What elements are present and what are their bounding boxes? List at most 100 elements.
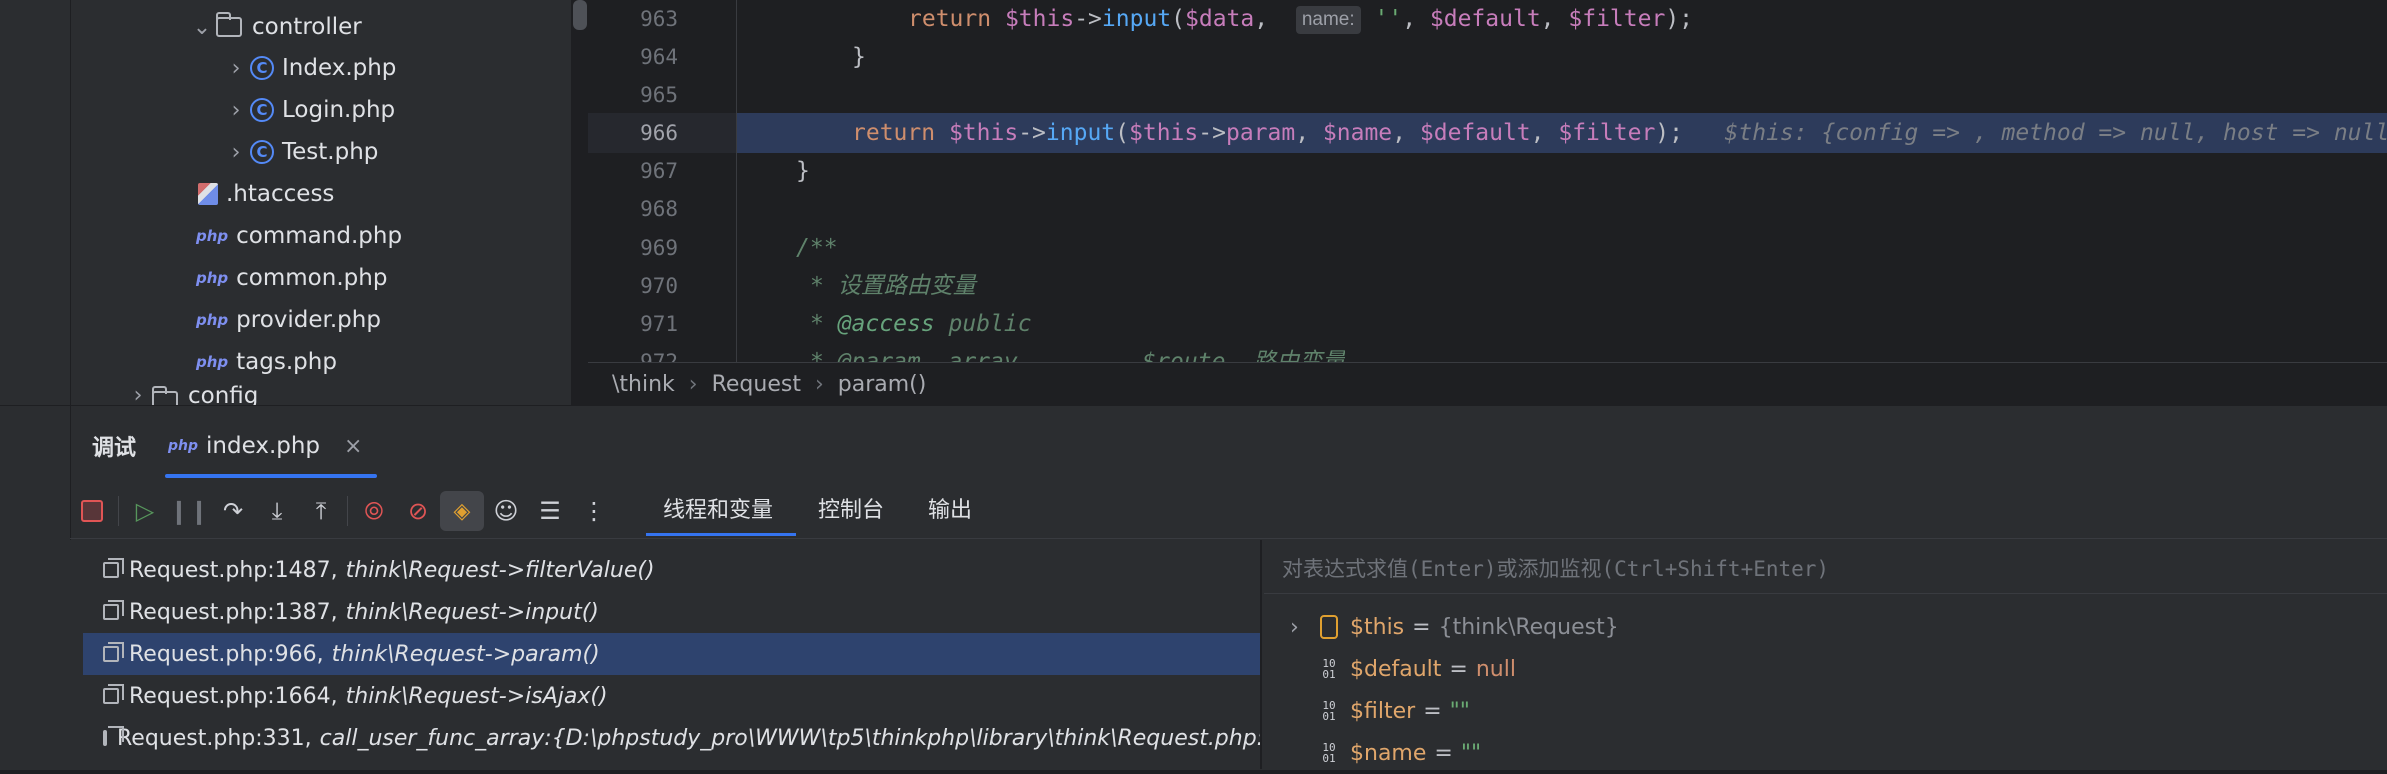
- stack-frame-icon: [103, 600, 124, 620]
- evaluate-expression-input[interactable]: 对表达式求值(Enter)或添加监视(Ctrl+Shift+Enter): [1264, 544, 2387, 594]
- code-line-969: /**: [796, 235, 838, 261]
- tab-output[interactable]: 输出: [928, 487, 972, 535]
- chevron-down-icon[interactable]: ⌄: [188, 15, 216, 40]
- tree-item-provider-php[interactable]: php provider.php: [196, 299, 381, 341]
- breadcrumb-class[interactable]: Request: [708, 372, 805, 397]
- mute-breakpoints-button[interactable]: ⊘: [396, 491, 440, 531]
- tree-item-label: provider.php: [236, 307, 381, 333]
- line-number: 967: [640, 159, 678, 183]
- folder-icon: [216, 12, 242, 37]
- tree-item-htaccess[interactable]: .htaccess: [198, 173, 334, 215]
- frame-row[interactable]: Request.php:331, call_user_func_array:{D…: [83, 717, 1306, 759]
- tab-console[interactable]: 控制台: [818, 487, 884, 535]
- line-number: 964: [640, 45, 678, 69]
- line-number: 966: [640, 121, 678, 145]
- debug-session-tab[interactable]: php index.php ×: [168, 420, 362, 472]
- close-icon[interactable]: ×: [344, 434, 362, 459]
- pause-button[interactable]: ❙❙: [167, 491, 211, 531]
- tree-item-index-php[interactable]: › C Index.php: [222, 47, 397, 89]
- breadcrumb-namespace[interactable]: \think: [608, 372, 679, 397]
- break-at-first-line-button[interactable]: ◈: [440, 491, 484, 531]
- xdebug-helper-button[interactable]: ☺: [484, 491, 528, 531]
- chevron-right-icon[interactable]: ›: [222, 140, 250, 165]
- php-file-icon: php: [196, 353, 229, 371]
- frame-row[interactable]: Request.php:1487, think\Request->filterV…: [83, 549, 1261, 591]
- breadcrumb: \think › Request › param(): [588, 362, 2387, 405]
- frame-row[interactable]: Request.php:1664, think\Request->isAjax(…: [83, 675, 1261, 717]
- tool-window-stripe: [0, 0, 71, 405]
- tree-item-label: Test.php: [282, 139, 379, 165]
- step-out-icon: ⤒: [315, 497, 327, 525]
- equals-sign: =: [1412, 614, 1431, 640]
- tree-item-tags-php[interactable]: php tags.php: [196, 341, 337, 383]
- tree-item-label: command.php: [236, 223, 403, 249]
- variable-row[interactable]: 10 01 $name = "": [1290, 732, 1481, 774]
- php-file-icon: php: [168, 438, 199, 454]
- step-into-button[interactable]: ⤓: [255, 491, 299, 531]
- class-icon: C: [250, 98, 274, 122]
- list-add-icon: ☰: [539, 497, 561, 525]
- stack-frame-icon: [103, 642, 124, 662]
- toolbar-separator: [347, 496, 348, 526]
- frame-function: think\Request->input(): [345, 599, 599, 625]
- code-line-971: * @access public: [810, 311, 1032, 337]
- more-options-button[interactable]: ⋮: [572, 491, 616, 531]
- chevron-right-icon[interactable]: ›: [124, 383, 152, 405]
- frame-location: Request.php:1664,: [129, 683, 338, 709]
- inline-debug-value: $this: {config => , method => null, host…: [1724, 120, 2387, 146]
- breadcrumb-separator: ›: [688, 371, 698, 397]
- code-line-966: return $this->input($this->param, $name,…: [852, 114, 2387, 152]
- class-icon: C: [250, 140, 274, 164]
- variable-row[interactable]: 10 01 $filter = "": [1290, 690, 1470, 732]
- tree-item-command-php[interactable]: php command.php: [196, 215, 402, 257]
- php-file-icon: php: [196, 227, 229, 245]
- variable-row[interactable]: 10 01 $default = null: [1290, 648, 1516, 690]
- step-out-button[interactable]: ⤒: [299, 491, 343, 531]
- frame-location: Request.php:331,: [117, 725, 312, 751]
- equals-sign: =: [1423, 698, 1442, 724]
- break-first-line-icon: ◈: [453, 498, 471, 524]
- variable-name: $this: [1350, 614, 1405, 640]
- number-type-icon: 10 01: [1322, 657, 1336, 681]
- frame-function: call_user_func_array:{D:\phpstudy_pro\WW…: [319, 725, 1307, 751]
- stop-button[interactable]: [70, 491, 114, 531]
- chevron-right-icon[interactable]: ›: [1290, 615, 1316, 640]
- folder-icon: [152, 386, 178, 405]
- tree-item-login-php[interactable]: › C Login.php: [222, 89, 396, 131]
- tree-item-controller[interactable]: ⌄ controller: [188, 6, 362, 48]
- view-breakpoints-button[interactable]: ⦾: [352, 491, 396, 531]
- tree-item-common-php[interactable]: php common.php: [196, 257, 387, 299]
- php-file-icon: php: [196, 311, 229, 329]
- more-vertical-icon: ⋮: [582, 497, 606, 525]
- breakpoints-icon: ⦾: [364, 497, 384, 525]
- smiley-icon: ☺: [493, 497, 519, 525]
- add-watch-button[interactable]: ☰: [528, 491, 572, 531]
- frame-location: Request.php:1487,: [129, 557, 338, 583]
- resume-button[interactable]: ▷: [123, 491, 167, 531]
- session-tab-label: index.php: [206, 433, 321, 459]
- code-line-963: return $this->input($data, name: '', $de…: [908, 5, 1694, 34]
- tree-item-label: .htaccess: [226, 181, 335, 207]
- line-number: 972: [640, 350, 678, 362]
- breadcrumb-method[interactable]: param(): [834, 372, 931, 397]
- tab-threads-variables[interactable]: 线程和变量: [663, 487, 773, 535]
- chevron-right-icon[interactable]: ›: [222, 98, 250, 123]
- code-line-967: }: [796, 158, 810, 184]
- number-type-icon: 10 01: [1322, 699, 1336, 723]
- chevron-right-icon[interactable]: ›: [222, 56, 250, 81]
- frame-row-selected[interactable]: Request.php:966, think\Request->param(): [83, 633, 1261, 675]
- step-into-icon: ⤓: [271, 497, 283, 525]
- frame-row[interactable]: Request.php:1387, think\Request->input(): [83, 591, 1261, 633]
- tree-scrollbar[interactable]: [573, 0, 587, 30]
- frame-function: think\Request->param(): [331, 641, 600, 667]
- line-number: 965: [640, 83, 678, 107]
- debug-tool-title: 调试: [92, 436, 137, 461]
- doc-tag: @access: [837, 311, 935, 337]
- variable-row[interactable]: › $this = {think\Request}: [1290, 606, 1619, 648]
- equals-sign: =: [1434, 740, 1453, 766]
- tree-item-config[interactable]: › config: [124, 383, 258, 405]
- tree-item-test-php[interactable]: › C Test.php: [222, 131, 379, 173]
- step-over-button[interactable]: ↷: [211, 491, 255, 531]
- stop-icon: [81, 500, 103, 522]
- stack-frame-icon: [103, 684, 124, 704]
